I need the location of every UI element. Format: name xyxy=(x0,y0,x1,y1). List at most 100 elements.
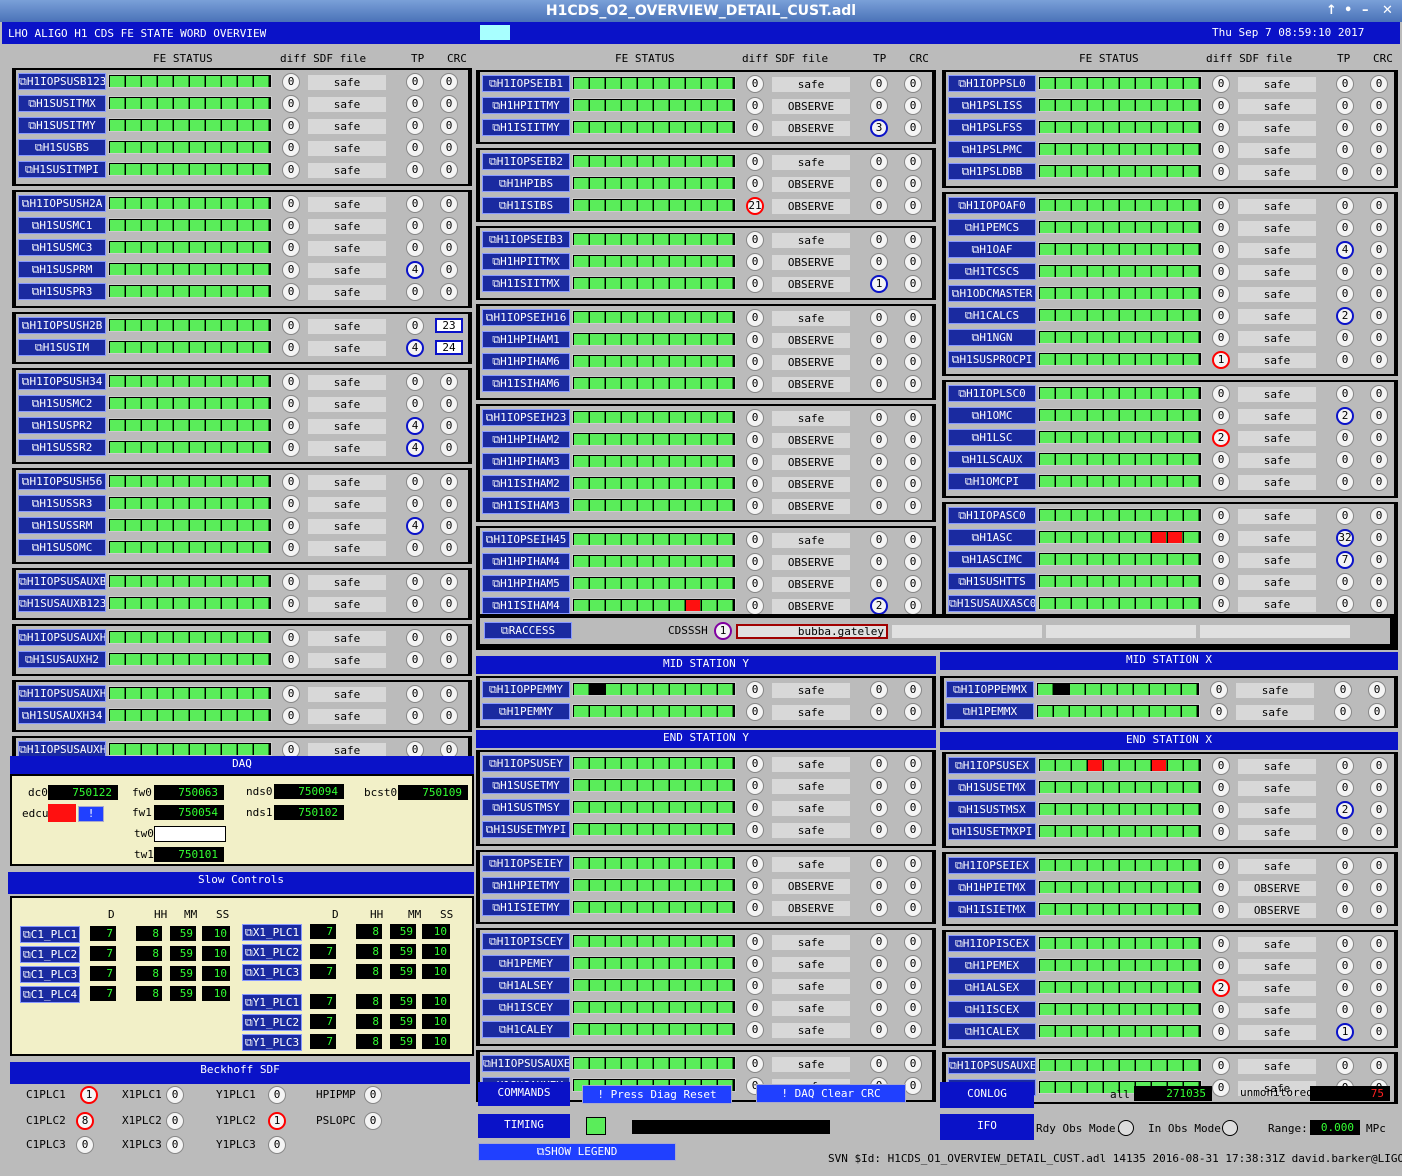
fe-button-h1sustmsy[interactable]: ⧉H1SUSTMSY xyxy=(482,799,570,816)
fe-button-h1calex[interactable]: ⧉H1CALEX xyxy=(948,1023,1036,1040)
daq-clear-crc-button[interactable]: ! DAQ Clear CRC xyxy=(756,1084,906,1103)
fe-button-h1susprm[interactable]: ⧉H1SUSPRM xyxy=(18,261,106,278)
fe-button-h1iopsush34[interactable]: ⧉H1IOPSUSH34 xyxy=(18,373,106,390)
fe-button-h1hpiham3[interactable]: ⧉H1HPIHAM3 xyxy=(482,453,570,470)
fe-button-h1suspr3[interactable]: ⧉H1SUSPR3 xyxy=(18,283,106,300)
fe-button-h1oaf[interactable]: ⧉H1OAF xyxy=(948,241,1036,258)
fe-button-h1pslpmc[interactable]: ⧉H1PSLPMC xyxy=(948,141,1036,158)
fe-button-h1ascimc[interactable]: ⧉H1ASCIMC xyxy=(948,551,1036,568)
fe-button-h1isiham4[interactable]: ⧉H1ISIHAM4 xyxy=(482,597,570,614)
fe-button-h1isiham3[interactable]: ⧉H1ISIHAM3 xyxy=(482,497,570,514)
fe-button-h1iopoaf0[interactable]: ⧉H1IOPOAF0 xyxy=(948,197,1036,214)
fe-button-h1iopseih23[interactable]: ⧉H1IOPSEIH23 xyxy=(482,409,570,426)
fe-button-h1iscex[interactable]: ⧉H1ISCEX xyxy=(948,1001,1036,1018)
plc-button-x1_plc2[interactable]: ⧉X1_PLC2 xyxy=(242,944,302,961)
fe-button-h1caley[interactable]: ⧉H1CALEY xyxy=(482,1021,570,1038)
fe-button-h1susetmy[interactable]: ⧉H1SUSETMY xyxy=(482,777,570,794)
fe-button-h1pemcs[interactable]: ⧉H1PEMCS xyxy=(948,219,1036,236)
fe-button-h1ioppemmx[interactable]: ⧉H1IOPPEMMX xyxy=(946,681,1034,698)
fe-button-h1iopsush2b[interactable]: ⧉H1IOPSUSH2B xyxy=(18,317,106,334)
show-legend-button[interactable]: ⧉SHOW LEGEND xyxy=(478,1143,676,1161)
fe-button-h1iopsusauxey[interactable]: ⧉H1IOPSUSAUXEY xyxy=(482,1055,570,1072)
fe-button-h1hpiitmy[interactable]: ⧉H1HPIITMY xyxy=(482,97,570,114)
close-icon[interactable]: ✕ xyxy=(1382,0,1393,22)
fe-button-h1odcmaster[interactable]: ⧉H1ODCMASTER xyxy=(948,285,1036,302)
plc-button-c1_plc1[interactable]: ⧉C1_PLC1 xyxy=(20,926,80,943)
fe-button-h1hpietmy[interactable]: ⧉H1HPIETMY xyxy=(482,877,570,894)
fe-button-h1psldbb[interactable]: ⧉H1PSLDBB xyxy=(948,163,1036,180)
fe-button-h1iopasc0[interactable]: ⧉H1IOPASC0 xyxy=(948,507,1036,524)
fe-button-h1susomc[interactable]: ⧉H1SUSOMC xyxy=(18,539,106,556)
fe-button-h1sussrm[interactable]: ⧉H1SUSSRM xyxy=(18,517,106,534)
plc-button-y1_plc2[interactable]: ⧉Y1_PLC2 xyxy=(242,1014,302,1031)
fe-button-h1hpiham4[interactable]: ⧉H1HPIHAM4 xyxy=(482,553,570,570)
fe-button-h1iopsush2a[interactable]: ⧉H1IOPSUSH2A xyxy=(18,195,106,212)
fe-button-h1susauxh34[interactable]: ⧉H1SUSAUXH34 xyxy=(18,707,106,724)
fe-button-h1hpiitmx[interactable]: ⧉H1HPIITMX xyxy=(482,253,570,270)
fe-button-h1susetmypi[interactable]: ⧉H1SUSETMYPI xyxy=(482,821,570,838)
fe-button-h1susmc1[interactable]: ⧉H1SUSMC1 xyxy=(18,217,106,234)
fe-button-h1iopseih16[interactable]: ⧉H1IOPSEIH16 xyxy=(482,309,570,326)
fe-button-h1susetmx[interactable]: ⧉H1SUSETMX xyxy=(948,779,1036,796)
fe-button-h1alsex[interactable]: ⧉H1ALSEX xyxy=(948,979,1036,996)
plc-button-c1_plc2[interactable]: ⧉C1_PLC2 xyxy=(20,946,80,963)
plc-button-y1_plc1[interactable]: ⧉Y1_PLC1 xyxy=(242,994,302,1011)
fe-button-h1pslfss[interactable]: ⧉H1PSLFSS xyxy=(948,119,1036,136)
fe-button-h1susitmx[interactable]: ⧉H1SUSITMX xyxy=(18,95,106,112)
fe-button-h1susauxasc0[interactable]: ⧉H1SUSAUXASC0 xyxy=(948,595,1036,612)
diag-reset-button[interactable]: ! Press Diag Reset xyxy=(582,1085,732,1104)
minimize-icon[interactable]: – xyxy=(1362,0,1369,22)
fe-button-h1ioppemmy[interactable]: ⧉H1IOPPEMMY xyxy=(482,681,570,698)
fe-button-h1iopsusex[interactable]: ⧉H1IOPSUSEX xyxy=(948,757,1036,774)
fe-button-h1hpiham5[interactable]: ⧉H1HPIHAM5 xyxy=(482,575,570,592)
fe-button-h1susetmxpi[interactable]: ⧉H1SUSETMXPI xyxy=(948,823,1036,840)
raccess-button[interactable]: ⧉RACCESS xyxy=(484,622,572,639)
fe-button-h1sustmsx[interactable]: ⧉H1SUSTMSX xyxy=(948,801,1036,818)
fe-button-h1hpiham6[interactable]: ⧉H1HPIHAM6 xyxy=(482,353,570,370)
fe-button-h1iopseiex[interactable]: ⧉H1IOPSEIEX xyxy=(948,857,1036,874)
fe-button-h1pemmx[interactable]: ⧉H1PEMMX xyxy=(946,703,1034,720)
fe-button-h1ioppsl0[interactable]: ⧉H1IOPPSL0 xyxy=(948,75,1036,92)
plc-button-x1_plc3[interactable]: ⧉X1_PLC3 xyxy=(242,964,302,981)
fe-button-h1alsey[interactable]: ⧉H1ALSEY xyxy=(482,977,570,994)
fe-button-h1pemmy[interactable]: ⧉H1PEMMY xyxy=(482,703,570,720)
fe-button-h1isietmx[interactable]: ⧉H1ISIETMX xyxy=(948,901,1036,918)
fe-button-h1iopiscex[interactable]: ⧉H1IOPISCEX xyxy=(948,935,1036,952)
fe-button-h1iopseih45[interactable]: ⧉H1IOPSEIH45 xyxy=(482,531,570,548)
plc-button-c1_plc3[interactable]: ⧉C1_PLC3 xyxy=(20,966,80,983)
fe-button-h1iopsusey[interactable]: ⧉H1IOPSUSEY xyxy=(482,755,570,772)
fe-button-h1susauxb123[interactable]: ⧉H1SUSAUXB123 xyxy=(18,595,106,612)
fe-button-h1ioplsc0[interactable]: ⧉H1IOPLSC0 xyxy=(948,385,1036,402)
fe-button-h1pemex[interactable]: ⧉H1PEMEX xyxy=(948,957,1036,974)
fe-button-h1hpiham1[interactable]: ⧉H1HPIHAM1 xyxy=(482,331,570,348)
fe-button-h1isiitmy[interactable]: ⧉H1ISIITMY xyxy=(482,119,570,136)
fe-button-h1sussr2[interactable]: ⧉H1SUSSR2 xyxy=(18,439,106,456)
fe-button-h1iopsusauxex[interactable]: ⧉H1IOPSUSAUXEX xyxy=(948,1057,1036,1074)
fe-button-h1susitmy[interactable]: ⧉H1SUSITMY xyxy=(18,117,106,134)
maximize-up-icon[interactable]: ↑ xyxy=(1326,0,1337,22)
fe-button-h1iopseib2[interactable]: ⧉H1IOPSEIB2 xyxy=(482,153,570,170)
plc-button-c1_plc4[interactable]: ⧉C1_PLC4 xyxy=(20,986,80,1003)
fe-button-h1hpietmx[interactable]: ⧉H1HPIETMX xyxy=(948,879,1036,896)
fe-button-h1susprocpi[interactable]: ⧉H1SUSPROCPI xyxy=(948,351,1036,368)
fe-button-h1isiham2[interactable]: ⧉H1ISIHAM2 xyxy=(482,475,570,492)
fe-button-h1asc[interactable]: ⧉H1ASC xyxy=(948,529,1036,546)
fe-button-h1suspr2[interactable]: ⧉H1SUSPR2 xyxy=(18,417,106,434)
plc-button-y1_plc3[interactable]: ⧉Y1_PLC3 xyxy=(242,1034,302,1051)
fe-button-h1isiitmx[interactable]: ⧉H1ISIITMX xyxy=(482,275,570,292)
fe-button-h1ngn[interactable]: ⧉H1NGN xyxy=(948,329,1036,346)
plc-button-x1_plc1[interactable]: ⧉X1_PLC1 xyxy=(242,924,302,941)
fe-button-h1calcs[interactable]: ⧉H1CALCS xyxy=(948,307,1036,324)
fe-button-h1omc[interactable]: ⧉H1OMC xyxy=(948,407,1036,424)
fe-button-h1susmc2[interactable]: ⧉H1SUSMC2 xyxy=(18,395,106,412)
fe-button-h1iscey[interactable]: ⧉H1ISCEY xyxy=(482,999,570,1016)
fe-button-h1iopseib3[interactable]: ⧉H1IOPSEIB3 xyxy=(482,231,570,248)
fe-button-h1sushtts[interactable]: ⧉H1SUSHTTS xyxy=(948,573,1036,590)
fe-button-h1hpibs[interactable]: ⧉H1HPIBS xyxy=(482,175,570,192)
fe-button-h1susim[interactable]: ⧉H1SUSIM xyxy=(18,339,106,356)
fe-button-h1isiham6[interactable]: ⧉H1ISIHAM6 xyxy=(482,375,570,392)
edcu-button[interactable]: ! xyxy=(78,806,104,822)
fe-button-h1omcpi[interactable]: ⧉H1OMCPI xyxy=(948,473,1036,490)
fe-button-h1susauxh2[interactable]: ⧉H1SUSAUXH2 xyxy=(18,651,106,668)
fe-button-h1lsc[interactable]: ⧉H1LSC xyxy=(948,429,1036,446)
